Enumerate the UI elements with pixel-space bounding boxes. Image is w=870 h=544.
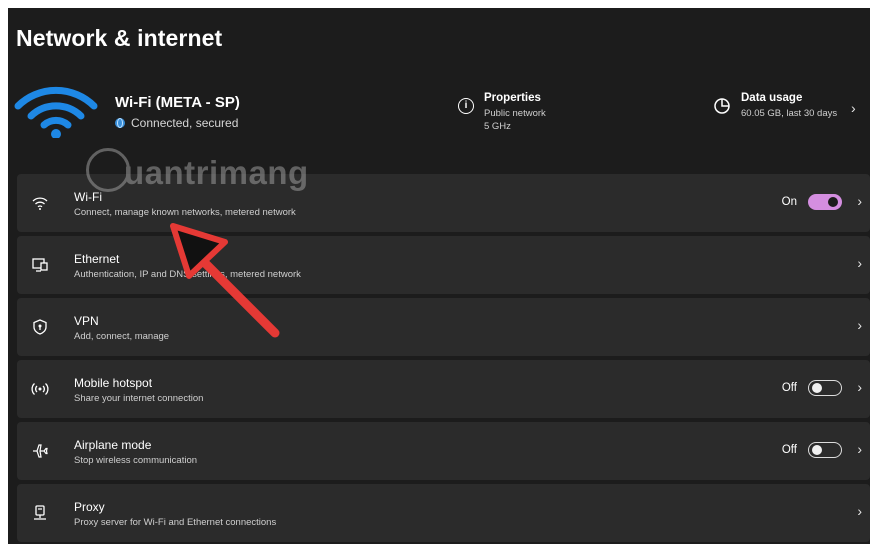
wifi-toggle[interactable]: [808, 194, 842, 210]
settings-row-vpn[interactable]: VPN Add, connect, manage ›: [17, 298, 870, 356]
settings-row-wifi[interactable]: Wi-Fi Connect, manage known networks, me…: [17, 174, 870, 232]
row-title: VPN: [74, 314, 99, 328]
chevron-right-icon[interactable]: ›: [857, 255, 862, 271]
mobile-hotspot-toggle[interactable]: [808, 380, 842, 396]
toggle-knob: [812, 445, 822, 455]
row-subtitle: Stop wireless communication: [74, 455, 198, 466]
hotspot-icon: [31, 383, 49, 395]
airplane-icon: [33, 444, 48, 458]
row-subtitle: Add, connect, manage: [74, 331, 170, 342]
data-usage-link[interactable]: Data usage 60.05 GB, last 30 days: [713, 92, 837, 120]
row-subtitle: Proxy server for Wi-Fi and Ethernet conn…: [74, 517, 277, 528]
chevron-right-icon[interactable]: ›: [851, 100, 856, 116]
network-name: Wi-Fi (META - SP): [115, 94, 240, 111]
page-title: Network & internet: [16, 25, 223, 51]
row-title: Airplane mode: [74, 438, 152, 452]
chevron-right-icon[interactable]: ›: [857, 317, 862, 333]
properties-link[interactable]: i Properties Public network 5 GHz: [458, 92, 546, 133]
row-subtitle: Authentication, IP and DNS settings, met…: [74, 269, 301, 280]
globe-icon: [115, 118, 125, 128]
proxy-icon: [34, 505, 46, 520]
row-title: Proxy: [74, 500, 105, 514]
data-usage-summary: 60.05 GB, last 30 days: [741, 108, 838, 119]
wifi-large-icon: [14, 86, 98, 138]
chevron-right-icon[interactable]: ›: [857, 441, 862, 457]
properties-network-type: Public network: [484, 108, 546, 119]
toggle-label: Off: [781, 382, 797, 394]
row-title: Mobile hotspot: [74, 376, 153, 390]
wifi-icon: [32, 197, 48, 210]
row-subtitle: Share your internet connection: [74, 393, 204, 404]
info-icon: i: [458, 98, 474, 114]
toggle-label: On: [781, 196, 797, 208]
ethernet-icon: [32, 258, 48, 272]
settings-row-ethernet[interactable]: Ethernet Authentication, IP and DNS sett…: [17, 236, 870, 294]
toggle-knob: [812, 383, 822, 393]
settings-window: Network & internet Wi-Fi (META - SP) Con…: [8, 8, 870, 544]
settings-row-proxy[interactable]: Proxy Proxy server for Wi-Fi and Etherne…: [17, 484, 870, 542]
toggle-knob: [828, 197, 838, 207]
properties-title: Properties: [484, 92, 541, 104]
row-title: Wi-Fi: [74, 190, 102, 204]
pie-chart-icon: [714, 98, 730, 114]
row-subtitle: Connect, manage known networks, metered …: [74, 207, 296, 218]
connection-status: Connected, secured: [115, 116, 238, 130]
connection-status-text: Connected, secured: [131, 116, 239, 130]
vpn-shield-icon: [33, 319, 47, 335]
settings-row-mobile-hotspot[interactable]: Mobile hotspot Share your internet conne…: [17, 360, 870, 418]
properties-band: 5 GHz: [484, 121, 511, 132]
row-title: Ethernet: [74, 252, 120, 266]
airplane-mode-toggle[interactable]: [808, 442, 842, 458]
chevron-right-icon[interactable]: ›: [857, 193, 862, 209]
data-usage-title: Data usage: [741, 92, 803, 104]
chevron-right-icon[interactable]: ›: [857, 503, 862, 519]
settings-row-airplane-mode[interactable]: Airplane mode Stop wireless communicatio…: [17, 422, 870, 480]
toggle-label: Off: [781, 444, 797, 456]
chevron-right-icon[interactable]: ›: [857, 379, 862, 395]
